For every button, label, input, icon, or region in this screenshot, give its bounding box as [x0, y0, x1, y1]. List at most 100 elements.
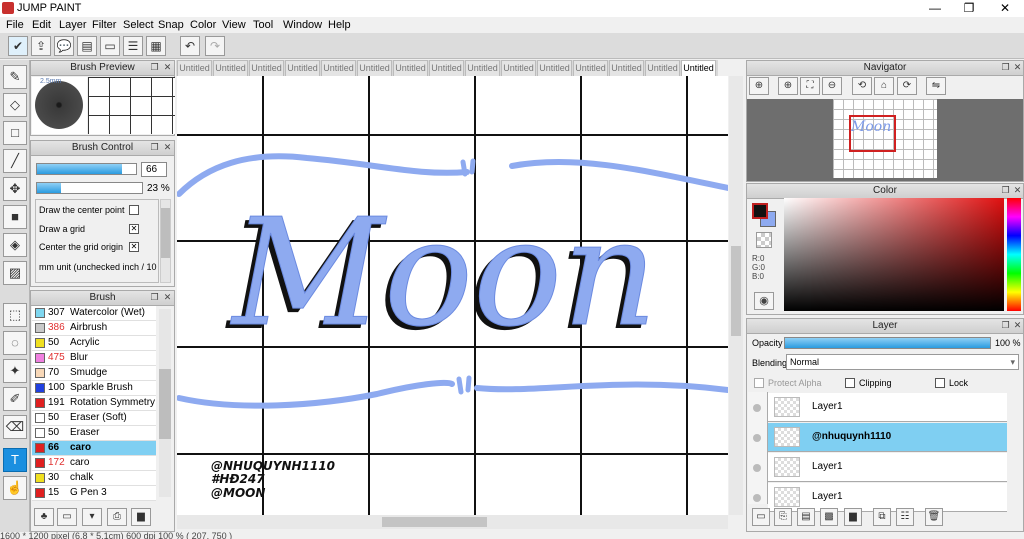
text-tool-icon[interactable]: T	[3, 448, 27, 472]
eraser-tool-icon[interactable]: ◇	[3, 93, 27, 117]
menu-view[interactable]: View	[222, 19, 246, 31]
undock-icon[interactable]: ❐	[1000, 62, 1011, 73]
brush-size-slider[interactable]	[36, 163, 137, 175]
brush-list-item[interactable]: 50 Eraser (Soft)	[32, 411, 156, 426]
menu-window[interactable]: Window	[283, 19, 322, 31]
scroll-thumb[interactable]	[159, 369, 171, 439]
redo-button[interactable]: ↷	[205, 36, 225, 56]
document-tab[interactable]: Untitled	[501, 60, 536, 76]
hand-tool-icon[interactable]: ☝	[3, 476, 27, 500]
panel-close-icon[interactable]: ✕	[162, 292, 173, 303]
document-tab[interactable]: Untitled	[321, 60, 356, 76]
export-icon[interactable]: ⇪	[31, 36, 51, 56]
check-icon[interactable]: ✔	[8, 36, 28, 56]
canvas-horizontal-scrollbar[interactable]	[177, 515, 728, 529]
canvas-vertical-scrollbar[interactable]	[729, 76, 743, 515]
brush-list-item[interactable]: 15 G Pen 3	[32, 486, 156, 501]
comment-icon[interactable]: 💬	[54, 36, 74, 56]
navigator-thumbnail[interactable]: Moon	[833, 99, 937, 178]
delete-layer-icon[interactable]: 🗑	[925, 508, 943, 526]
brush-list-item[interactable]: 100 Sparkle Brush	[32, 381, 156, 396]
visibility-toggle-icon[interactable]	[753, 464, 761, 472]
copy-layer-icon[interactable]: ⎘	[774, 508, 792, 526]
brush-list-scrollbar[interactable]	[159, 309, 171, 497]
document-tab[interactable]: Untitled	[681, 60, 716, 76]
undo-button[interactable]: ↶	[180, 36, 200, 56]
undock-icon[interactable]: ❐	[149, 62, 160, 73]
select-pen-tool-icon[interactable]: ✐	[3, 387, 27, 411]
menu-layer[interactable]: Layer	[59, 19, 87, 31]
reset-rotate-icon[interactable]: ⌂	[874, 77, 894, 95]
blending-select[interactable]: Normal ▾	[786, 354, 1019, 370]
draw-grid-checkbox[interactable]: ✕	[129, 224, 139, 234]
document-tab[interactable]: Untitled	[213, 60, 248, 76]
undock-icon[interactable]: ❐	[149, 142, 160, 153]
message-icon[interactable]: ▤	[77, 36, 97, 56]
minimize-button[interactable]: —	[918, 0, 952, 17]
layer-properties-icon[interactable]: ☷	[896, 508, 914, 526]
rectangle-tool-icon[interactable]: □	[3, 121, 27, 145]
new-layer-icon[interactable]: ▭	[752, 508, 770, 526]
document-tab[interactable]: Untitled	[465, 60, 500, 76]
brush-list-item[interactable]: 50 Eraser	[32, 426, 156, 441]
brush-list-item[interactable]: 191 Rotation Symmetry Pe	[32, 396, 156, 411]
transparent-color-swatch[interactable]	[756, 232, 772, 248]
layer-row[interactable]: @nhuquynh1110	[768, 423, 1007, 452]
menu-color[interactable]: Color	[190, 19, 216, 31]
brush-folder-icon[interactable]: ▆	[131, 508, 151, 526]
rotate-right-icon[interactable]: ⟳	[897, 77, 917, 95]
select-eraser-tool-icon[interactable]: ⌫	[3, 415, 27, 439]
document-tab[interactable]: Untitled	[285, 60, 320, 76]
saturation-value-picker[interactable]	[784, 198, 1004, 311]
panel-close-icon[interactable]: ✕	[1012, 185, 1023, 196]
lasso-tool-icon[interactable]: ◌	[3, 331, 27, 355]
document-tab[interactable]: Untitled	[429, 60, 464, 76]
flip-icon[interactable]: ⇋	[926, 77, 946, 95]
brush-add-icon[interactable]: ♣	[34, 508, 54, 526]
bucket-tool-icon[interactable]: ◈	[3, 233, 27, 257]
palette-icon[interactable]: ◉	[754, 292, 774, 310]
menu-edit[interactable]: Edit	[32, 19, 51, 31]
brush-settings-icon[interactable]: ⎙	[107, 508, 127, 526]
brush-list-item[interactable]: 50 Acrylic	[32, 336, 156, 351]
panel-close-icon[interactable]: ✕	[1012, 320, 1023, 331]
zoom-out-icon[interactable]: ⊖	[822, 77, 842, 95]
menu-file[interactable]: File	[6, 19, 24, 31]
new-raster-layer-icon[interactable]: ▤	[797, 508, 815, 526]
menu-snap[interactable]: Snap	[158, 19, 184, 31]
foreground-color-swatch[interactable]	[752, 203, 768, 219]
scroll-thumb[interactable]	[382, 517, 487, 527]
document-tab[interactable]: Untitled	[609, 60, 644, 76]
visibility-toggle-icon[interactable]	[753, 404, 761, 412]
brush-size-input[interactable]: 66	[141, 162, 167, 177]
visibility-toggle-icon[interactable]	[753, 494, 761, 502]
panel-close-icon[interactable]: ✕	[1012, 62, 1023, 73]
document-tab[interactable]: Untitled	[393, 60, 428, 76]
menu-help[interactable]: Help	[328, 19, 351, 31]
merge-down-icon[interactable]: ⧉	[873, 508, 891, 526]
pen-tool-icon[interactable]: ✎	[3, 65, 27, 89]
brush-menu-icon[interactable]: ▾	[82, 508, 102, 526]
undock-icon[interactable]: ❐	[1000, 320, 1011, 331]
brush-list-item[interactable]: 307 Watercolor (Wet)	[32, 306, 156, 321]
center-grid-origin-checkbox[interactable]: ✕	[129, 242, 139, 252]
protect-alpha-checkbox[interactable]	[754, 378, 764, 388]
new-brush-icon[interactable]: ▭	[57, 508, 77, 526]
brush-list-item[interactable]: 172 caro	[32, 456, 156, 471]
list-icon[interactable]: ☰	[123, 36, 143, 56]
clipping-checkbox[interactable]	[845, 378, 855, 388]
undock-icon[interactable]: ❐	[149, 292, 160, 303]
visibility-toggle-icon[interactable]	[753, 434, 761, 442]
zoom-in-alt-icon[interactable]: ⊕	[778, 77, 798, 95]
grid-settings-icon[interactable]: ▦	[146, 36, 166, 56]
document-tab[interactable]: Untitled	[177, 60, 212, 76]
document-tab[interactable]: Untitled	[573, 60, 608, 76]
maximize-button[interactable]: ❐	[952, 0, 986, 17]
magic-wand-tool-icon[interactable]: ✦	[3, 359, 27, 383]
undock-icon[interactable]: ❐	[1000, 185, 1011, 196]
layer-opacity-slider[interactable]	[784, 337, 991, 349]
line-tool-icon[interactable]: ╱	[3, 149, 27, 173]
panel-close-icon[interactable]: ✕	[162, 62, 173, 73]
move-tool-icon[interactable]: ✥	[3, 177, 27, 201]
zoom-in-icon[interactable]: ⊕	[749, 77, 769, 95]
